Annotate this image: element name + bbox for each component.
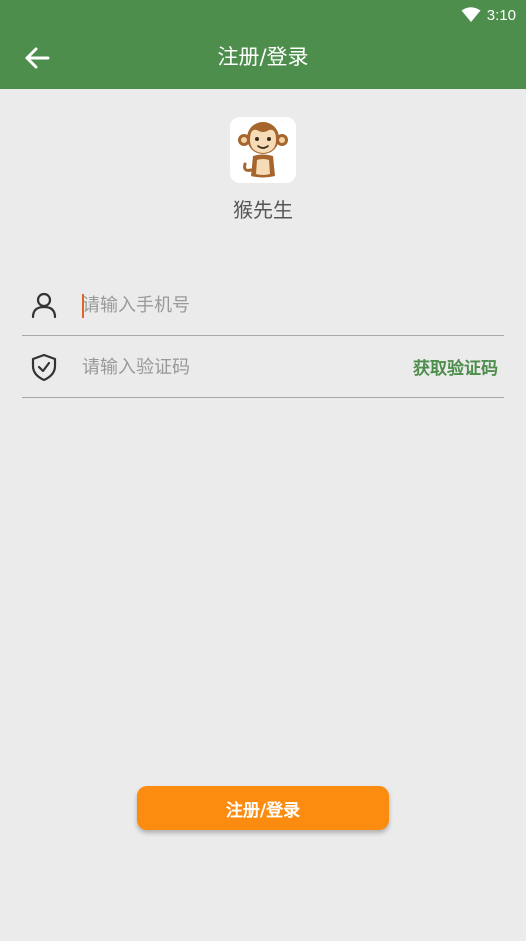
monkey-logo-icon [238,122,288,178]
app-logo [230,117,296,183]
status-time: 3:10 [486,6,516,24]
code-field-row: 获取验证码 [22,335,504,398]
register-login-button[interactable]: 注册/登录 [137,786,389,830]
wifi-icon [461,7,481,22]
user-icon [31,292,57,319]
status-bar: 3:10 [461,4,516,26]
verification-code-input[interactable] [82,353,382,381]
text-caret [82,294,84,318]
app-name: 猴先生 [233,198,293,222]
shield-check-icon [31,353,57,381]
page-title: 注册/登录 [217,45,309,69]
app-bar: 3:10 注册/登录 [0,0,526,89]
phone-input[interactable] [82,291,382,319]
get-code-button[interactable]: 获取验证码 [413,357,498,381]
phone-field-row [22,273,504,336]
